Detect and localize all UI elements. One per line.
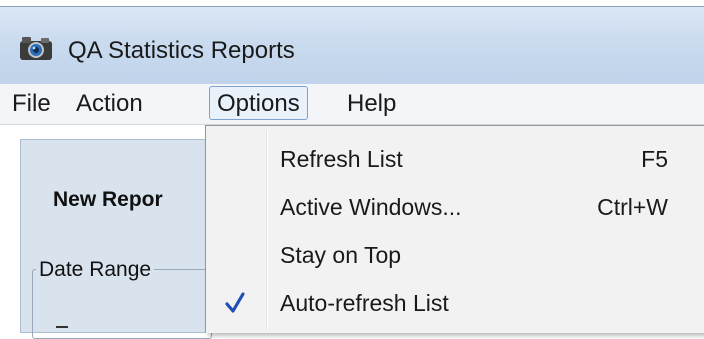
menu-help[interactable]: Help: [347, 84, 396, 124]
window-title: QA Statistics Reports: [68, 37, 295, 64]
menu-item-refresh-list[interactable]: Refresh List F5: [206, 140, 704, 182]
menu-item-auto-refresh-list[interactable]: Auto-refresh List: [206, 284, 704, 326]
partial-control: [56, 326, 68, 328]
menu-item-shortcut: Ctrl+W: [597, 194, 668, 220]
menu-item-label: Refresh List: [280, 146, 403, 172]
menu-action[interactable]: Action: [76, 84, 143, 124]
options-dropdown-menu: Refresh List F5 Active Windows... Ctrl+W…: [205, 125, 704, 333]
camera-icon: [20, 37, 52, 60]
menu-options[interactable]: Options: [209, 86, 308, 120]
menu-file[interactable]: File: [12, 84, 51, 124]
menu-item-label: Auto-refresh List: [280, 290, 449, 316]
menu-item-active-windows[interactable]: Active Windows... Ctrl+W: [206, 188, 704, 230]
menu-bar: File Action Options Help: [0, 84, 704, 125]
new-report-label: New Repor: [53, 188, 163, 211]
menu-item-shortcut: F5: [641, 146, 668, 172]
menu-item-label: Stay on Top: [280, 242, 402, 268]
title-bar[interactable]: QA Statistics Reports: [0, 7, 704, 84]
menu-item-stay-on-top[interactable]: Stay on Top: [206, 236, 704, 278]
menu-item-label: Active Windows...: [280, 194, 462, 220]
date-range-label: Date Range: [36, 258, 155, 282]
checkmark-icon: [225, 292, 245, 313]
